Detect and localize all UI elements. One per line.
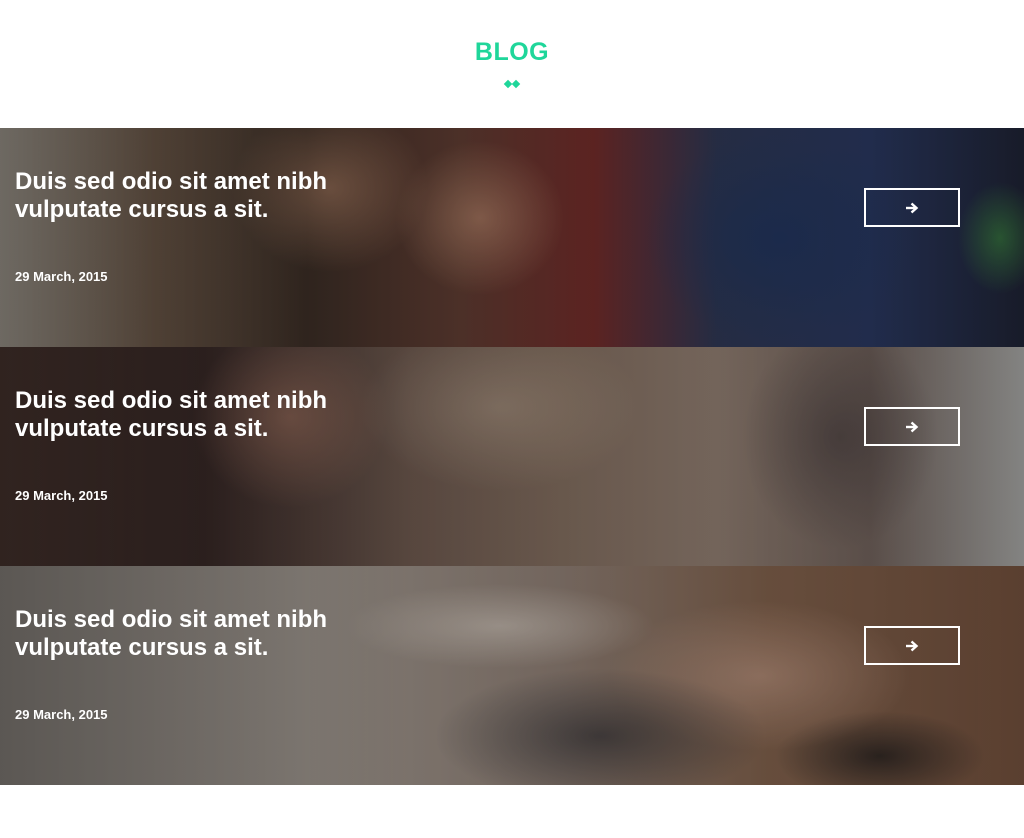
post-image-overlay: [0, 128, 1024, 347]
read-more-button[interactable]: [864, 407, 960, 446]
blog-post: Duis sed odio sit amet nibh vulputate cu…: [0, 566, 1024, 785]
post-date: 29 March, 2015: [15, 269, 108, 284]
post-date: 29 March, 2015: [15, 488, 108, 503]
post-title[interactable]: Duis sed odio sit amet nibh vulputate cu…: [15, 168, 355, 224]
post-title[interactable]: Duis sed odio sit amet nibh vulputate cu…: [15, 606, 355, 662]
arrow-right-icon: [906, 202, 919, 213]
blog-post-list: Duis sed odio sit amet nibh vulputate cu…: [0, 128, 1024, 785]
blog-post: Duis sed odio sit amet nibh vulputate cu…: [0, 128, 1024, 347]
read-more-button[interactable]: [864, 188, 960, 227]
read-more-button[interactable]: [864, 626, 960, 665]
post-date: 29 March, 2015: [15, 707, 108, 722]
blog-post: Duis sed odio sit amet nibh vulputate cu…: [0, 347, 1024, 566]
blog-section-header: BLOG: [0, 0, 1024, 128]
post-image-overlay: [0, 566, 1024, 785]
section-title: BLOG: [474, 38, 550, 66]
double-diamond-icon: [503, 79, 523, 90]
arrow-right-icon: [906, 640, 919, 651]
post-image-overlay: [0, 347, 1024, 566]
post-title[interactable]: Duis sed odio sit amet nibh vulputate cu…: [15, 387, 355, 443]
arrow-right-icon: [906, 421, 919, 432]
